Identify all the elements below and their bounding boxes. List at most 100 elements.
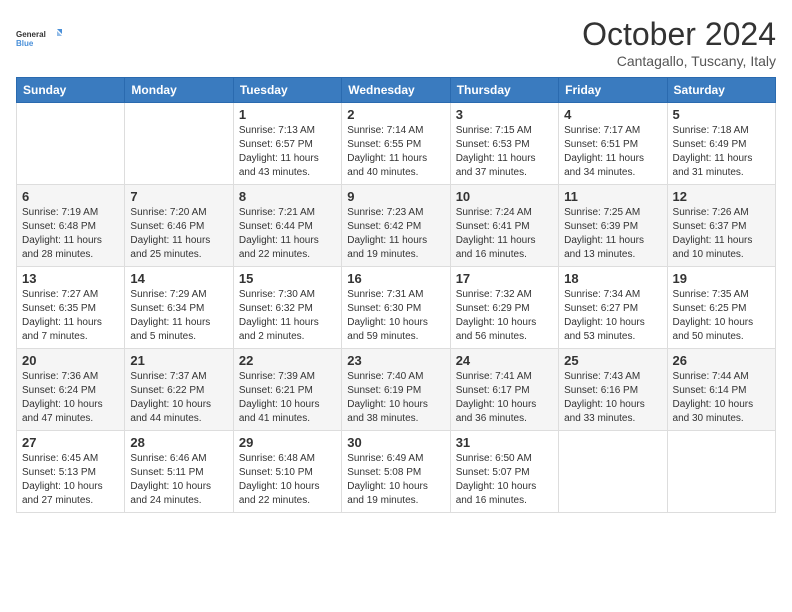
calendar-cell: 16 Sunrise: 7:31 AM Sunset: 6:30 PM Dayli… — [342, 267, 450, 349]
calendar-cell: 13 Sunrise: 7:27 AM Sunset: 6:35 PM Dayli… — [17, 267, 125, 349]
calendar-cell: 15 Sunrise: 7:30 AM Sunset: 6:32 PM Dayli… — [233, 267, 341, 349]
day-info: Sunrise: 7:18 AM Sunset: 6:49 PM Dayligh… — [673, 124, 770, 180]
day-info: Sunrise: 7:24 AM Sunset: 6:41 PM Dayligh… — [456, 206, 553, 262]
day-info: Sunrise: 7:17 AM Sunset: 6:51 PM Dayligh… — [564, 124, 661, 180]
day-number: 15 — [239, 271, 336, 286]
day-info: Sunrise: 6:49 AM Sunset: 5:08 PM Dayligh… — [347, 452, 444, 508]
calendar-week-3: 13 Sunrise: 7:27 AM Sunset: 6:35 PM Dayli… — [17, 267, 776, 349]
calendar-cell: 24 Sunrise: 7:41 AM Sunset: 6:17 PM Dayli… — [450, 349, 558, 431]
day-number: 10 — [456, 189, 553, 204]
day-info: Sunrise: 7:29 AM Sunset: 6:34 PM Dayligh… — [130, 288, 227, 344]
day-number: 16 — [347, 271, 444, 286]
calendar-cell: 2 Sunrise: 7:14 AM Sunset: 6:55 PM Daylig… — [342, 103, 450, 185]
day-info: Sunrise: 7:20 AM Sunset: 6:46 PM Dayligh… — [130, 206, 227, 262]
weekday-header-friday: Friday — [559, 78, 667, 103]
calendar-cell: 18Sunrise: 7:34 AM Sunset: 6:27 PM Dayli… — [559, 267, 667, 349]
calendar-cell: 10 Sunrise: 7:24 AM Sunset: 6:41 PM Dayli… — [450, 185, 558, 267]
calendar-cell: 14 Sunrise: 7:29 AM Sunset: 6:34 PM Dayli… — [125, 267, 233, 349]
weekday-header-row: SundayMondayTuesdayWednesdayThursdayFrid… — [17, 78, 776, 103]
day-number: 6 — [22, 189, 119, 204]
day-number: 17 — [456, 271, 553, 286]
day-info: Sunrise: 7:21 AM Sunset: 6:44 PM Dayligh… — [239, 206, 336, 262]
day-info: Sunrise: 7:43 AM Sunset: 6:16 PM Dayligh… — [564, 370, 661, 426]
weekday-header-sunday: Sunday — [17, 78, 125, 103]
day-info: Sunrise: 7:25 AM Sunset: 6:39 PM Dayligh… — [564, 206, 661, 262]
day-info: Sunrise: 7:32 AM Sunset: 6:29 PM Dayligh… — [456, 288, 553, 344]
day-info: Sunrise: 7:37 AM Sunset: 6:22 PM Dayligh… — [130, 370, 227, 426]
calendar-cell — [667, 431, 775, 513]
day-info: Sunrise: 7:27 AM Sunset: 6:35 PM Dayligh… — [22, 288, 119, 344]
day-number: 13 — [22, 271, 119, 286]
calendar-cell — [125, 103, 233, 185]
day-number: 14 — [130, 271, 227, 286]
calendar-cell: 27Sunrise: 6:45 AM Sunset: 5:13 PM Dayli… — [17, 431, 125, 513]
day-info: Sunrise: 6:45 AM Sunset: 5:13 PM Dayligh… — [22, 452, 119, 508]
calendar-cell: 29Sunrise: 6:48 AM Sunset: 5:10 PM Dayli… — [233, 431, 341, 513]
day-number: 31 — [456, 435, 553, 450]
day-info: Sunrise: 7:19 AM Sunset: 6:48 PM Dayligh… — [22, 206, 119, 262]
calendar-cell: 23 Sunrise: 7:40 AM Sunset: 6:19 PM Dayli… — [342, 349, 450, 431]
day-number: 2 — [347, 107, 444, 122]
day-number: 29 — [239, 435, 336, 450]
day-number: 21 — [130, 353, 227, 368]
day-info: Sunrise: 7:13 AM Sunset: 6:57 PM Dayligh… — [239, 124, 336, 180]
day-number: 9 — [347, 189, 444, 204]
day-info: Sunrise: 7:23 AM Sunset: 6:42 PM Dayligh… — [347, 206, 444, 262]
day-info: Sunrise: 7:41 AM Sunset: 6:17 PM Dayligh… — [456, 370, 553, 426]
day-info: Sunrise: 7:30 AM Sunset: 6:32 PM Dayligh… — [239, 288, 336, 344]
month-title: October 2024 — [582, 16, 776, 53]
weekday-header-saturday: Saturday — [667, 78, 775, 103]
day-number: 30 — [347, 435, 444, 450]
day-info: Sunrise: 6:50 AM Sunset: 5:07 PM Dayligh… — [456, 452, 553, 508]
calendar-week-5: 27Sunrise: 6:45 AM Sunset: 5:13 PM Dayli… — [17, 431, 776, 513]
calendar-cell: 6 Sunrise: 7:19 AM Sunset: 6:48 PM Daylig… — [17, 185, 125, 267]
svg-text:Blue: Blue — [16, 39, 34, 48]
day-number: 5 — [673, 107, 770, 122]
calendar-cell: 7Sunrise: 7:20 AM Sunset: 6:46 PM Daylig… — [125, 185, 233, 267]
title-block: October 2024 Cantagallo, Tuscany, Italy — [582, 16, 776, 69]
calendar-cell: 25 Sunrise: 7:43 AM Sunset: 6:16 PM Dayli… — [559, 349, 667, 431]
calendar-cell: 22Sunrise: 7:39 AM Sunset: 6:21 PM Dayli… — [233, 349, 341, 431]
day-info: Sunrise: 7:44 AM Sunset: 6:14 PM Dayligh… — [673, 370, 770, 426]
day-info: Sunrise: 7:35 AM Sunset: 6:25 PM Dayligh… — [673, 288, 770, 344]
calendar-week-2: 6 Sunrise: 7:19 AM Sunset: 6:48 PM Daylig… — [17, 185, 776, 267]
weekday-header-thursday: Thursday — [450, 78, 558, 103]
day-number: 23 — [347, 353, 444, 368]
day-number: 1 — [239, 107, 336, 122]
day-info: Sunrise: 7:31 AM Sunset: 6:30 PM Dayligh… — [347, 288, 444, 344]
calendar-cell: 30 Sunrise: 6:49 AM Sunset: 5:08 PM Dayli… — [342, 431, 450, 513]
calendar-cell: 5 Sunrise: 7:18 AM Sunset: 6:49 PM Daylig… — [667, 103, 775, 185]
calendar-week-4: 20Sunrise: 7:36 AM Sunset: 6:24 PM Dayli… — [17, 349, 776, 431]
logo-svg: General Blue — [16, 16, 66, 60]
calendar-cell: 26 Sunrise: 7:44 AM Sunset: 6:14 PM Dayli… — [667, 349, 775, 431]
calendar-cell: 20Sunrise: 7:36 AM Sunset: 6:24 PM Dayli… — [17, 349, 125, 431]
day-info: Sunrise: 7:14 AM Sunset: 6:55 PM Dayligh… — [347, 124, 444, 180]
day-number: 20 — [22, 353, 119, 368]
calendar-cell: 12Sunrise: 7:26 AM Sunset: 6:37 PM Dayli… — [667, 185, 775, 267]
day-number: 24 — [456, 353, 553, 368]
day-number: 22 — [239, 353, 336, 368]
calendar-cell: 4Sunrise: 7:17 AM Sunset: 6:51 PM Daylig… — [559, 103, 667, 185]
calendar-cell: 1 Sunrise: 7:13 AM Sunset: 6:57 PM Daylig… — [233, 103, 341, 185]
calendar-table: SundayMondayTuesdayWednesdayThursdayFrid… — [16, 77, 776, 513]
day-number: 18 — [564, 271, 661, 286]
calendar-cell: 31 Sunrise: 6:50 AM Sunset: 5:07 PM Dayli… — [450, 431, 558, 513]
day-info: Sunrise: 7:15 AM Sunset: 6:53 PM Dayligh… — [456, 124, 553, 180]
day-number: 25 — [564, 353, 661, 368]
day-number: 12 — [673, 189, 770, 204]
day-number: 3 — [456, 107, 553, 122]
calendar-cell: 19 Sunrise: 7:35 AM Sunset: 6:25 PM Dayli… — [667, 267, 775, 349]
day-number: 11 — [564, 189, 661, 204]
day-number: 26 — [673, 353, 770, 368]
calendar-cell — [559, 431, 667, 513]
calendar-cell: 3 Sunrise: 7:15 AM Sunset: 6:53 PM Daylig… — [450, 103, 558, 185]
day-number: 19 — [673, 271, 770, 286]
location-subtitle: Cantagallo, Tuscany, Italy — [582, 53, 776, 69]
page-header: General Blue October 2024 Cantagallo, Tu… — [16, 16, 776, 69]
logo: General Blue — [16, 16, 66, 60]
day-number: 8 — [239, 189, 336, 204]
calendar-week-1: 1 Sunrise: 7:13 AM Sunset: 6:57 PM Daylig… — [17, 103, 776, 185]
day-info: Sunrise: 6:46 AM Sunset: 5:11 PM Dayligh… — [130, 452, 227, 508]
weekday-header-tuesday: Tuesday — [233, 78, 341, 103]
day-info: Sunrise: 7:40 AM Sunset: 6:19 PM Dayligh… — [347, 370, 444, 426]
